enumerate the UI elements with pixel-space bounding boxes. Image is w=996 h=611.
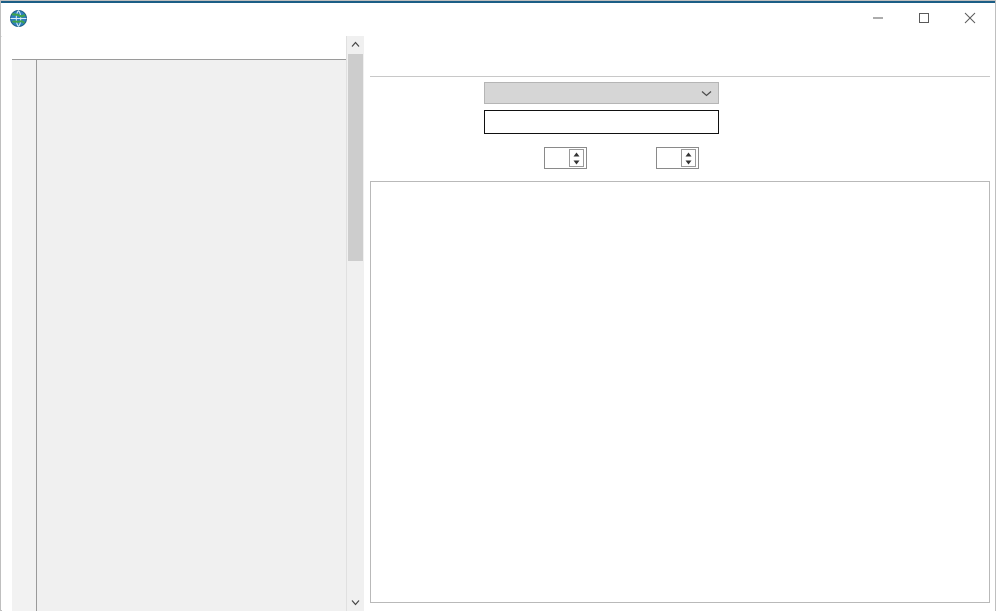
whole-stepper-up-icon[interactable] <box>570 150 583 158</box>
maximize-button[interactable] <box>901 1 947 34</box>
scroll-down-icon[interactable] <box>347 594 364 611</box>
caption-input[interactable] <box>484 110 719 134</box>
line-number-gutter <box>12 60 37 611</box>
scrollbar-thumb[interactable] <box>348 54 363 261</box>
decimals-stepper-down-icon[interactable] <box>682 158 695 166</box>
decimals-stepper-buttons[interactable] <box>681 149 696 167</box>
minimize-button[interactable] <box>855 1 901 34</box>
scroll-up-icon[interactable] <box>347 36 364 53</box>
object-properties-pane <box>364 36 995 611</box>
return-action-listbox[interactable] <box>371 194 989 602</box>
decimals-stepper-up-icon[interactable] <box>682 150 695 158</box>
editor-vertical-scrollbar[interactable] <box>346 36 364 611</box>
code-area[interactable] <box>37 60 346 611</box>
whole-stepper-buttons[interactable] <box>569 149 584 167</box>
column-ruler <box>12 36 346 60</box>
chevron-down-icon <box>701 90 712 97</box>
tabstrip-underline <box>370 76 990 77</box>
title-accent-bar <box>1 1 995 3</box>
field-type-dropdown[interactable] <box>484 82 719 104</box>
whole-stepper[interactable] <box>544 147 587 169</box>
decimals-stepper[interactable] <box>656 147 699 169</box>
whole-stepper-down-icon[interactable] <box>570 158 583 166</box>
title-bar <box>1 1 995 37</box>
globe-icon <box>9 9 28 28</box>
close-button[interactable] <box>947 1 993 34</box>
application-window <box>0 0 996 611</box>
macro-editor-pane <box>2 36 346 611</box>
